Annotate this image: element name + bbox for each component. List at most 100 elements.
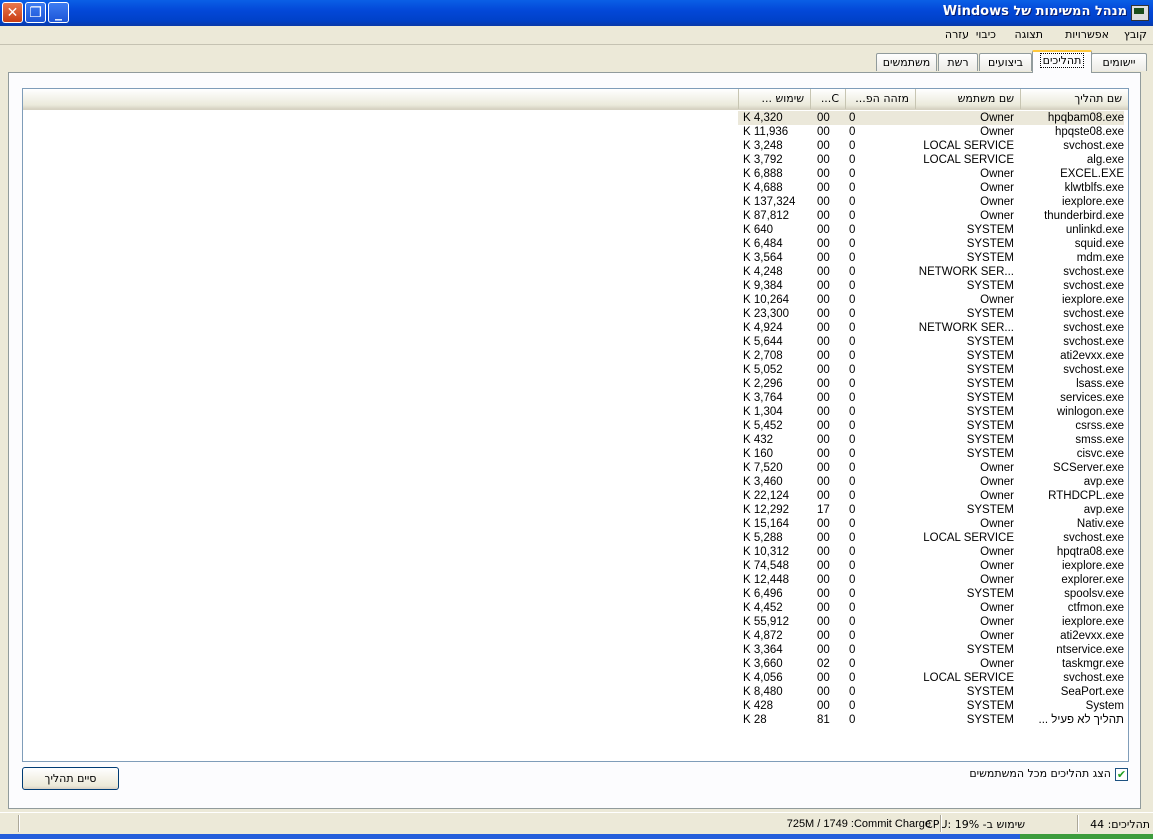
process-row[interactable]: SCServer.exe Owner 0 00 7,520 K (23, 461, 1128, 475)
menu-shutdown[interactable]: כיבוי (976, 28, 996, 41)
process-row[interactable]: svchost.exe SYSTEM 0 00 23,300 K (23, 307, 1128, 321)
process-row[interactable]: System SYSTEM 0 00 428 K (23, 699, 1128, 713)
end-process-button[interactable]: סיים תהליך (22, 767, 119, 790)
process-row[interactable]: taskmgr.exe Owner 0 02 3,660 K (23, 657, 1128, 671)
cell-user: SYSTEM (966, 224, 1014, 236)
process-row[interactable]: RTHDCPL.exe Owner 0 00 22,124 K (23, 489, 1128, 503)
process-row[interactable]: iexplore.exe Owner 0 00 10,264 K (23, 293, 1128, 307)
menu-view[interactable]: תצוגה (1015, 28, 1043, 41)
show-all-users-checkbox[interactable]: ✔ (1115, 768, 1128, 781)
process-row[interactable]: svchost.exe LOCAL SERVICE 0 00 4,056 K (23, 671, 1128, 685)
process-row[interactable]: svchost.exe LOCAL SERVICE 0 00 3,248 K (23, 139, 1128, 153)
cell-name: smss.exe (1075, 434, 1124, 446)
tab-users[interactable]: משתמשים (876, 53, 937, 71)
process-row[interactable]: unlinkd.exe SYSTEM 0 00 640 K (23, 223, 1128, 237)
show-all-users-label[interactable]: הצג תהליכים מכל המשתמשים (969, 767, 1111, 780)
process-list[interactable]: שם תהליך שם משתמש מזהה הפ... C... שימוש … (22, 88, 1129, 762)
process-row[interactable]: svchost.exe SYSTEM 0 00 9,384 K (23, 279, 1128, 293)
menu-file[interactable]: קובץ (1124, 28, 1147, 41)
cell-mem: 428 K (743, 700, 774, 712)
cell-cpu: 00 (817, 518, 830, 530)
cell-mem: 137,324 K (743, 196, 796, 208)
process-row[interactable]: spoolsv.exe SYSTEM 0 00 6,496 K (23, 587, 1128, 601)
list-header: שם תהליך שם משתמש מזהה הפ... C... שימוש … (23, 89, 1128, 110)
process-row[interactable]: cisvc.exe SYSTEM 0 00 160 K (23, 447, 1128, 461)
status-bar: תהליכים: 44 שימוש ב- CPU: 19% 725M / 174… (0, 812, 1153, 835)
start-button-edge (1020, 834, 1153, 839)
process-row[interactable]: winlogon.exe SYSTEM 0 00 1,304 K (23, 405, 1128, 419)
column-header-mem[interactable]: שימוש ... (738, 89, 810, 109)
cell-name: Nativ.exe (1076, 518, 1124, 530)
cell-cpu: 00 (817, 602, 830, 614)
process-row[interactable]: lsass.exe SYSTEM 0 00 2,296 K (23, 377, 1128, 391)
cell-cpu: 00 (817, 378, 830, 390)
process-row[interactable]: klwtblfs.exe Owner 0 00 4,688 K (23, 181, 1128, 195)
close-button[interactable]: ✕ (2, 2, 23, 23)
cell-mem: 10,312 K (743, 546, 790, 558)
tab-label: יישומים (1102, 56, 1136, 69)
cell-name: iexplore.exe (1061, 294, 1124, 306)
process-row[interactable]: svchost.exe SYSTEM 0 00 5,644 K (23, 335, 1128, 349)
process-row[interactable]: avp.exe Owner 0 00 3,460 K (23, 475, 1128, 489)
process-row[interactable]: iexplore.exe Owner 0 00 74,548 K (23, 559, 1128, 573)
process-row[interactable]: ati2evxx.exe SYSTEM 0 00 2,708 K (23, 349, 1128, 363)
tab-performance[interactable]: ביצועים (979, 53, 1032, 71)
process-row[interactable]: thunderbird.exe Owner 0 00 87,812 K (23, 209, 1128, 223)
tab-processes[interactable]: תהליכים (1032, 50, 1092, 73)
column-header-cpu[interactable]: C... (810, 89, 845, 109)
process-row[interactable]: explorer.exe Owner 0 00 12,448 K (23, 573, 1128, 587)
process-row[interactable]: csrss.exe SYSTEM 0 00 5,452 K (23, 419, 1128, 433)
cell-user: Owner (980, 476, 1014, 488)
process-row[interactable]: SeaPort.exe SYSTEM 0 00 8,480 K (23, 685, 1128, 699)
process-row[interactable]: squid.exe SYSTEM 0 00 6,484 K (23, 237, 1128, 251)
process-row[interactable]: תהליך לא פעיל ... SYSTEM 0 81 28 K (23, 713, 1128, 727)
process-row[interactable]: avp.exe SYSTEM 0 17 12,292 K (23, 503, 1128, 517)
cell-user: Owner (980, 462, 1014, 474)
process-row[interactable]: hpqste08.exe Owner 0 00 11,936 K (23, 125, 1128, 139)
process-row[interactable]: mdm.exe SYSTEM 0 00 3,564 K (23, 251, 1128, 265)
restore-button[interactable]: ❐ (25, 2, 46, 23)
process-row[interactable]: iexplore.exe Owner 0 00 137,324 K (23, 195, 1128, 209)
tab-networking[interactable]: רשת (938, 53, 978, 71)
process-row[interactable]: smss.exe SYSTEM 0 00 432 K (23, 433, 1128, 447)
cell-pid: 0 (849, 210, 856, 222)
menu-bar: קובץ אפשרויות תצוגה כיבוי עזרה (0, 26, 1153, 45)
cell-name: hpqbam08.exe (1047, 112, 1124, 124)
cell-mem: 640 K (743, 224, 774, 236)
process-row[interactable]: ntservice.exe SYSTEM 0 00 3,364 K (23, 643, 1128, 657)
column-header-name[interactable]: שם תהליך (1020, 89, 1128, 109)
process-row[interactable]: svchost.exe NETWORK SER... 0 00 4,924 K (23, 321, 1128, 335)
cell-pid: 0 (849, 546, 856, 558)
minimize-button[interactable]: _ (48, 2, 69, 23)
column-header-pid[interactable]: מזהה הפ... (845, 89, 915, 109)
column-header-user[interactable]: שם משתמש (915, 89, 1020, 109)
menu-options[interactable]: אפשרויות (1065, 28, 1109, 41)
process-row[interactable]: hpqtra08.exe Owner 0 00 10,312 K (23, 545, 1128, 559)
process-row[interactable]: EXCEL.EXE Owner 0 00 6,888 K (23, 167, 1128, 181)
menu-help[interactable]: עזרה (945, 28, 969, 41)
cell-user: Owner (980, 112, 1014, 124)
cell-user: Owner (980, 546, 1014, 558)
process-row[interactable]: iexplore.exe Owner 0 00 55,912 K (23, 615, 1128, 629)
process-row[interactable]: svchost.exe LOCAL SERVICE 0 00 5,288 K (23, 531, 1128, 545)
cell-name: explorer.exe (1061, 574, 1124, 586)
process-row[interactable]: alg.exe LOCAL SERVICE 0 00 3,792 K (23, 153, 1128, 167)
process-row[interactable]: ctfmon.exe Owner 0 00 4,452 K (23, 601, 1128, 615)
process-row[interactable]: hpqbam08.exe Owner 0 00 4,320 K (23, 111, 1128, 125)
process-row[interactable]: svchost.exe NETWORK SER... 0 00 4,248 K (23, 265, 1128, 279)
cell-mem: 5,052 K (743, 364, 783, 376)
cell-name: cisvc.exe (1076, 448, 1124, 460)
tab-applications[interactable]: יישומים (1091, 53, 1147, 71)
process-row[interactable]: ati2evxx.exe Owner 0 00 4,872 K (23, 629, 1128, 643)
cell-pid: 0 (849, 658, 856, 670)
process-row[interactable]: services.exe SYSTEM 0 00 3,764 K (23, 391, 1128, 405)
cell-pid: 0 (849, 532, 856, 544)
process-row[interactable]: Nativ.exe Owner 0 00 15,164 K (23, 517, 1128, 531)
title-bar[interactable]: ✕ ❐ _ מנהל המשימות של Windows (0, 0, 1153, 26)
cell-mem: 74,548 K (743, 560, 790, 572)
cell-name: svchost.exe (1063, 336, 1124, 348)
cell-name: System (1085, 700, 1124, 712)
process-row[interactable]: svchost.exe SYSTEM 0 00 5,052 K (23, 363, 1128, 377)
cell-mem: 6,888 K (743, 168, 783, 180)
cell-pid: 0 (849, 378, 856, 390)
